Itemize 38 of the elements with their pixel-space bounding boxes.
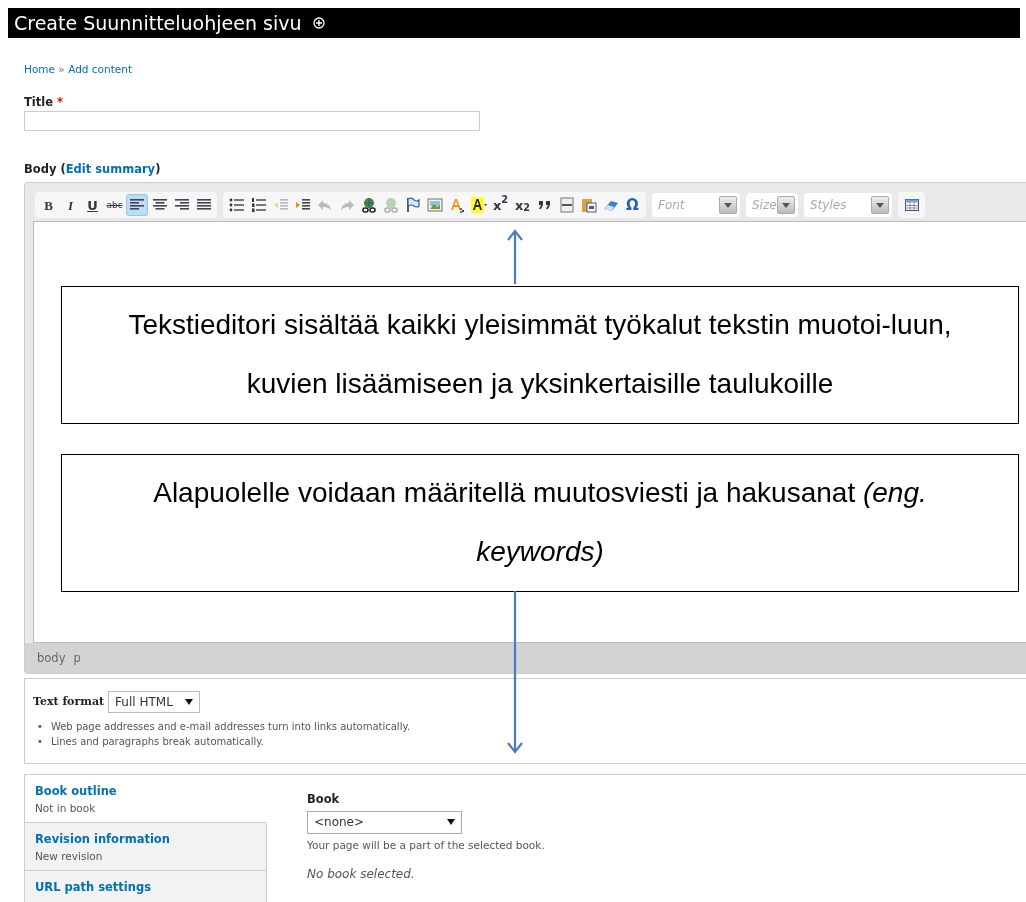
- callout-text: Alapuolelle voidaan määritellä muutosviesti ja hakusanat (eng. keywords): [152, 476, 928, 569]
- underline-button[interactable]: U: [82, 194, 103, 217]
- bold-button[interactable]: B: [38, 194, 59, 217]
- align-left-icon[interactable]: [126, 194, 148, 217]
- title-input[interactable]: [24, 111, 480, 131]
- page-title: Create Suunnitteluohjeen sivu: [14, 10, 302, 36]
- field-label: Title: [24, 94, 54, 109]
- format-tip: Web page addresses and e-mail addresses turn into links automatically.: [50, 720, 411, 735]
- breadcrumb-link[interactable]: Home: [24, 63, 55, 75]
- arrow-tooltip: [505, 229, 525, 285]
- callout-text: Tekstieditori sisältää kaikki yleisimmät työkalut tekstin muotoi-luun, kuvien lisäämiseen ja yksinkertaisille taulukoille: [127, 308, 953, 401]
- bullet-marker: •: [37, 735, 43, 750]
- field-label: Body (: [24, 162, 66, 176]
- field-label: ): [155, 162, 161, 176]
- breadcrumb-separator: »: [58, 63, 65, 75]
- book-select[interactable]: <none>: [307, 810, 462, 834]
- edit-summary-link[interactable]: Edit summary: [65, 162, 156, 176]
- text-format-select[interactable]: Full HTML: [108, 691, 200, 714]
- strikethrough-button[interactable]: abc: [104, 194, 125, 217]
- bullet-marker: •: [37, 720, 43, 735]
- status-message: No book selected.: [307, 866, 416, 884]
- caret-icon: [447, 819, 455, 825]
- element-path-item[interactable]: p: [73, 649, 81, 667]
- field-description: Your page will be a part of the selected book.: [307, 837, 545, 853]
- caret-icon: [184, 699, 193, 706]
- field-label: Book: [307, 791, 341, 809]
- shortcut-icon[interactable]: [313, 17, 326, 29]
- italic-button[interactable]: I: [60, 194, 81, 217]
- required-mark: *: [57, 94, 64, 109]
- element-path-item[interactable]: body: [37, 649, 66, 667]
- vertical-tab[interactable]: Revision information New revision: [25, 823, 267, 872]
- vertical-tab[interactable]: URL path settings: [25, 871, 267, 902]
- special-character-button[interactable]: Ω: [622, 194, 643, 217]
- format-tip: Lines and paragraphs break automatically.: [50, 735, 264, 750]
- subscript-button[interactable]: x$_{2}$: [512, 194, 533, 217]
- field-label: Text format: [33, 694, 105, 710]
- breadcrumb-link[interactable]: Add content: [68, 63, 132, 75]
- superscript-button[interactable]: x$^{2}$: [490, 194, 511, 217]
